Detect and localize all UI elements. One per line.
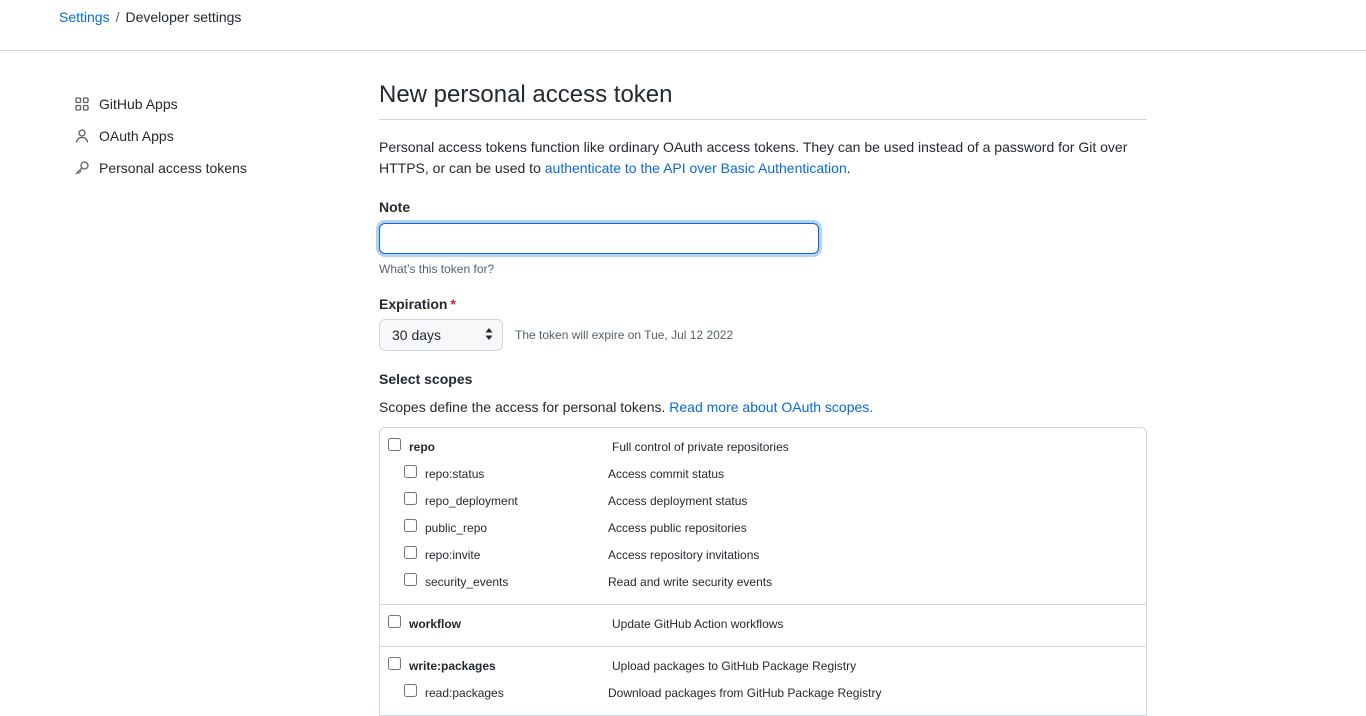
- scope-checkbox-read-packages[interactable]: [404, 684, 417, 697]
- scope-name: repo: [409, 440, 436, 454]
- scope-desc: Access deployment status: [608, 494, 748, 508]
- scope-checkbox-repo-status[interactable]: [404, 465, 417, 478]
- sidebar-item-personal-access-tokens[interactable]: Personal access tokens: [74, 152, 324, 184]
- scope-desc: Update GitHub Action workflows: [612, 617, 784, 631]
- scope-row: repo_deployment Access deployment status: [380, 490, 1146, 517]
- sidebar-item-github-apps[interactable]: GitHub Apps: [74, 88, 324, 120]
- scope-group-workflow: workflow Update GitHub Action workflows: [380, 605, 1146, 647]
- apps-grid-icon: [74, 96, 90, 112]
- sidebar-item-oauth-apps[interactable]: OAuth Apps: [74, 120, 324, 152]
- scope-name: repo:status: [425, 467, 485, 481]
- breadcrumb-separator: /: [115, 9, 120, 25]
- note-label: Note: [379, 199, 411, 215]
- scope-desc: Access public repositories: [608, 521, 747, 535]
- scope-group-repo: repo Full control of private repositorie…: [380, 428, 1146, 605]
- scopes-table: repo Full control of private repositorie…: [379, 427, 1147, 716]
- person-icon: [74, 128, 90, 144]
- breadcrumb: Settings / Developer settings: [59, 9, 241, 25]
- scope-checkbox-public-repo[interactable]: [404, 519, 417, 532]
- scope-row: repo Full control of private repositorie…: [380, 436, 1146, 463]
- note-hint: What’s this token for?: [379, 262, 495, 276]
- scope-row: read:packages Download packages from Git…: [380, 682, 1146, 709]
- scope-row: repo:invite Access repository invitation…: [380, 544, 1146, 571]
- expiration-label-text: Expiration: [379, 296, 448, 312]
- scopes-desc-text: Scopes define the access for personal to…: [379, 399, 670, 415]
- scope-row: workflow Update GitHub Action workflows: [380, 613, 1146, 640]
- sidebar: GitHub Apps OAuth Apps Personal access t…: [74, 88, 324, 184]
- key-icon: [74, 160, 90, 176]
- expiration-select[interactable]: 30 days: [379, 319, 503, 351]
- scope-name: read:packages: [425, 686, 504, 700]
- scope-desc: Upload packages to GitHub Package Regist…: [612, 659, 857, 673]
- scopes-description: Scopes define the access for personal to…: [379, 398, 1147, 416]
- scope-row: security_events Read and write security …: [380, 571, 1146, 598]
- scope-name: repo_deployment: [425, 494, 518, 508]
- scope-row: repo:status Access commit status: [380, 463, 1146, 490]
- scope-row: public_repo Access public repositories: [380, 517, 1146, 544]
- scope-name: workflow: [409, 617, 462, 631]
- scope-name: write:packages: [409, 659, 496, 673]
- expiration-selected-value: 30 days: [392, 327, 442, 343]
- intro-text: Personal access tokens function like ord…: [379, 137, 1129, 179]
- expiration-note: The token will expire on Tue, Jul 12 202…: [515, 328, 734, 342]
- scope-desc: Access repository invitations: [608, 548, 760, 562]
- main-content: New personal access token Personal acces…: [379, 80, 1147, 716]
- scope-checkbox-security-events[interactable]: [404, 573, 417, 586]
- scope-row: write:packages Upload packages to GitHub…: [380, 655, 1146, 682]
- scopes-label: Select scopes: [379, 371, 473, 387]
- scope-desc: Download packages from GitHub Package Re…: [608, 686, 882, 700]
- sidebar-item-label: OAuth Apps: [99, 128, 174, 144]
- breadcrumb-settings-link[interactable]: Settings: [59, 9, 110, 25]
- expiration-label: Expiration *: [379, 295, 1147, 313]
- oauth-scopes-link[interactable]: Read more about OAuth scopes.: [669, 399, 873, 415]
- intro-end: .: [846, 160, 851, 176]
- select-arrows-icon: [484, 327, 494, 344]
- scope-checkbox-repo[interactable]: [388, 438, 401, 451]
- scope-name: repo:invite: [425, 548, 481, 562]
- scope-desc: Access commit status: [608, 467, 725, 481]
- sidebar-item-label: Personal access tokens: [99, 160, 247, 176]
- scope-desc: Full control of private repositories: [612, 440, 789, 454]
- sidebar-item-label: GitHub Apps: [99, 96, 178, 112]
- breadcrumb-current: Developer settings: [125, 9, 242, 25]
- scope-checkbox-repo-invite[interactable]: [404, 546, 417, 559]
- note-input[interactable]: [379, 223, 819, 254]
- scope-group-write-packages: write:packages Upload packages to GitHub…: [380, 647, 1146, 716]
- page-title: New personal access token: [379, 80, 1147, 120]
- scope-checkbox-write-packages[interactable]: [388, 657, 401, 670]
- scope-checkbox-workflow[interactable]: [388, 615, 401, 628]
- basic-auth-link[interactable]: authenticate to the API over Basic Authe…: [545, 160, 847, 176]
- required-mark: *: [450, 296, 456, 312]
- scope-checkbox-repo-deployment[interactable]: [404, 492, 417, 505]
- scope-desc: Read and write security events: [608, 575, 773, 589]
- scope-name: security_events: [425, 575, 509, 589]
- scope-name: public_repo: [425, 521, 488, 535]
- expiration-row: 30 days The token will expire on Tue, Ju…: [379, 319, 1147, 351]
- breadcrumb-bar: Settings / Developer settings: [0, 0, 1366, 51]
